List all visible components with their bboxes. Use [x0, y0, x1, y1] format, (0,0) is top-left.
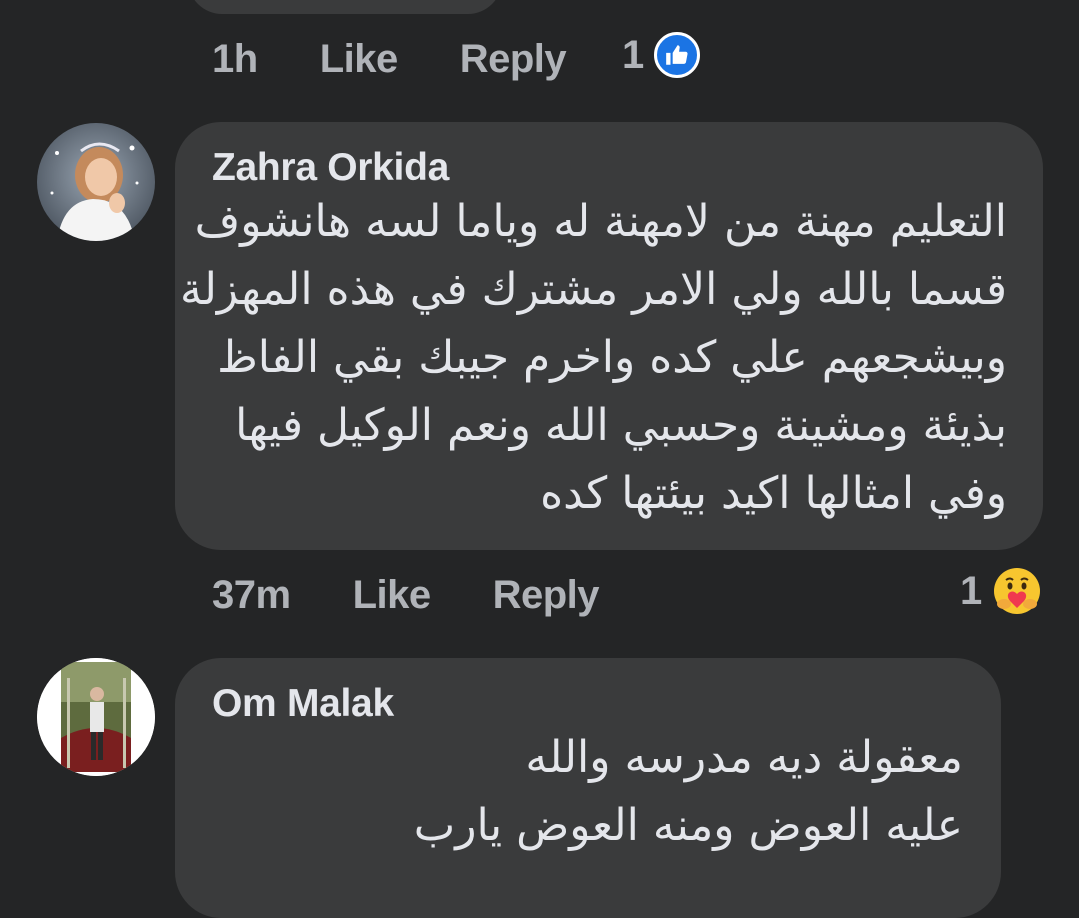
reply-button[interactable]: Reply [493, 573, 600, 618]
comment-body: معقولة ديه مدرسه والله عليه العوض ومنه ا… [414, 724, 963, 860]
avatar[interactable] [37, 658, 155, 776]
care-reaction-icon [992, 566, 1042, 616]
comment-author[interactable]: Zahra Orkida [212, 146, 449, 190]
reply-button[interactable]: Reply [460, 37, 567, 82]
reaction-count: 1 [960, 568, 983, 613]
reaction-count: 1 [622, 32, 645, 77]
like-reaction-icon [654, 32, 701, 78]
comment-line: التعليم مهنة من لامهنة له وياما لسه هانش… [194, 196, 1007, 247]
like-button[interactable]: Like [353, 573, 432, 618]
comment-timestamp[interactable]: 1h [212, 37, 258, 82]
comment-line: معقولة ديه مدرسه والله [525, 732, 963, 783]
comment-actions: 37m Like Reply [212, 570, 600, 620]
comment-body: التعليم مهنة من لامهنة له وياما لسه هانش… [180, 188, 1007, 528]
profile-photo-icon [37, 658, 155, 776]
reaction-summary[interactable]: 1 [960, 566, 1042, 616]
comment-line: بذيئة ومشينة وحسبي الله ونعم الوكيل فيها [235, 400, 1007, 451]
previous-comment-actions: 1h Like Reply [212, 34, 567, 84]
reaction-summary[interactable]: 1 [622, 32, 701, 78]
comment-timestamp[interactable]: 37m [212, 573, 291, 618]
comment-line: عليه العوض ومنه العوض يارب [413, 800, 963, 851]
comment-author[interactable]: Om Malak [212, 682, 394, 726]
profile-photo-icon [37, 123, 155, 241]
avatar[interactable] [37, 123, 155, 241]
comment-line: قسما بالله ولي الامر مشترك في هذه المهزل… [179, 264, 1007, 315]
like-button[interactable]: Like [320, 37, 399, 82]
comment-line: وبيشجعهم علي كده واخرم جيبك بقي الفاظ [217, 332, 1007, 383]
previous-comment-bubble [188, 0, 502, 14]
comment-line: وفي امثالها اكيد بيئتها كده [540, 468, 1007, 519]
